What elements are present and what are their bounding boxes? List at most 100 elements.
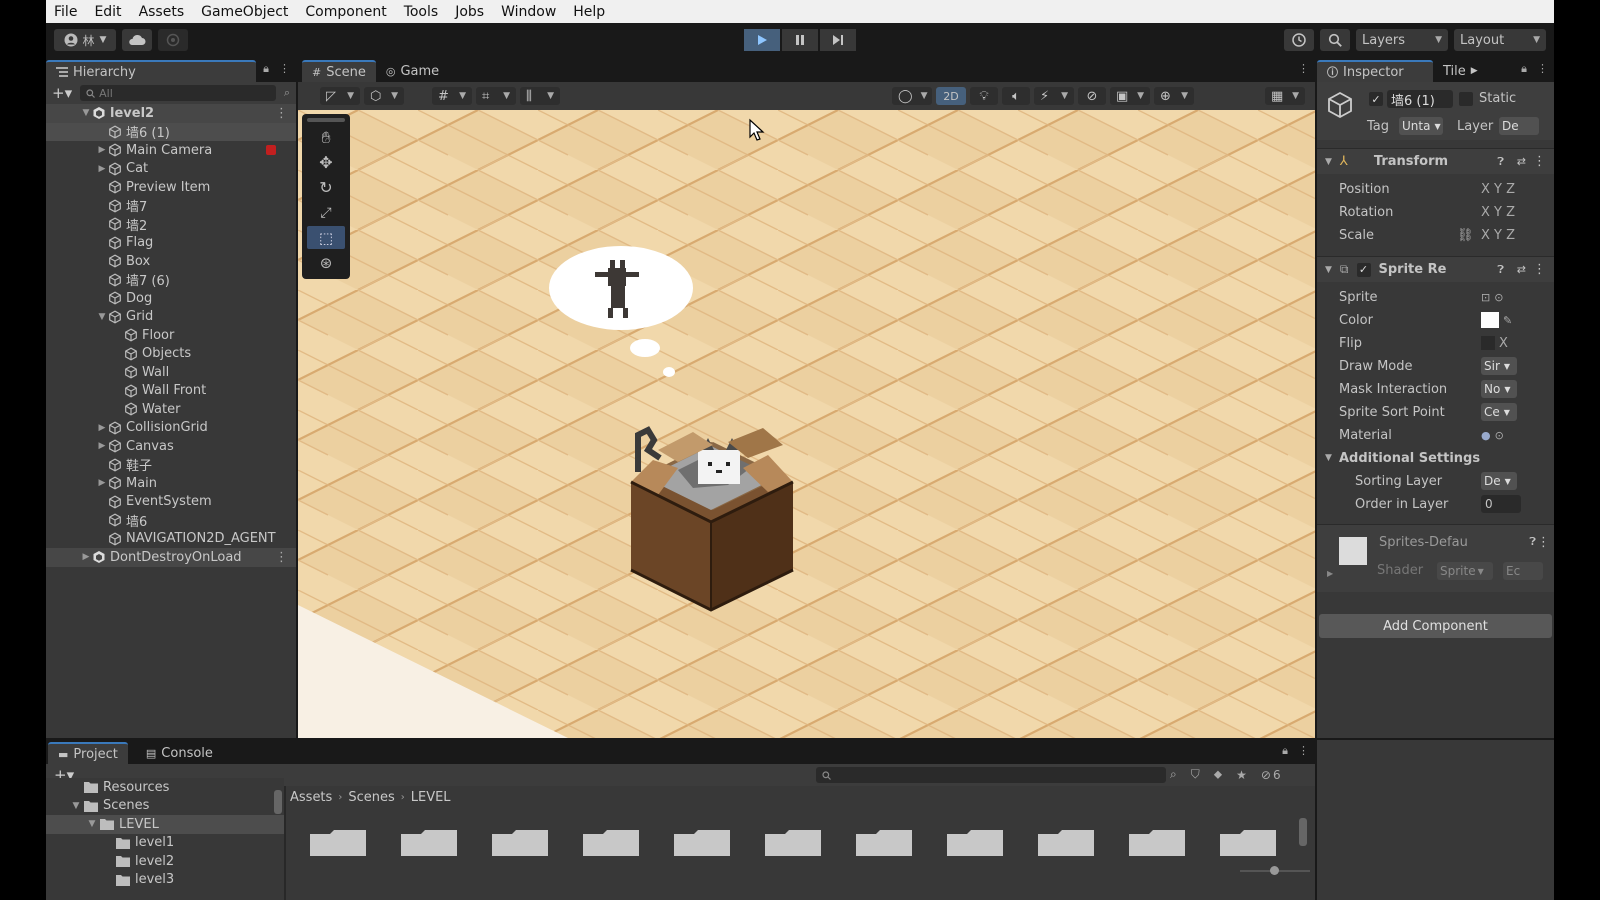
search-by-type-icon[interactable]: ⌕	[1170, 767, 1177, 782]
collab-button[interactable]	[158, 29, 188, 51]
play-button[interactable]	[744, 29, 780, 51]
chevron-right-icon[interactable]: ▶	[80, 552, 92, 562]
menu-jobs[interactable]: Jobs	[455, 4, 484, 20]
move-tool-button[interactable]: ✥	[307, 151, 345, 174]
sprite-field[interactable]: ⊡ ⊙	[1481, 291, 1503, 304]
tab-hierarchy[interactable]: Hierarchy	[46, 60, 256, 82]
menu-window[interactable]: Window	[501, 4, 556, 20]
more-options-icon[interactable]: ⋮	[1533, 262, 1546, 277]
shader-dropdown[interactable]: Sprite ▼	[1437, 562, 1493, 580]
help-icon[interactable]: ❓︎	[1497, 155, 1504, 169]
rect-tool-button[interactable]: ⬚	[307, 226, 345, 249]
menu-gameobject[interactable]: GameObject	[201, 4, 288, 20]
hierarchy-item[interactable]: 墙6	[46, 511, 296, 530]
search-filter-icon[interactable]: ⌕	[284, 86, 290, 100]
menu-component[interactable]: Component	[305, 4, 386, 20]
hierarchy-item[interactable]: ▶ Main	[46, 474, 296, 493]
camera-dropdown[interactable]: ▣ ▼	[1110, 87, 1150, 105]
chevron-right-icon[interactable]: ▶	[96, 441, 108, 451]
breadcrumb-level[interactable]: LEVEL	[411, 790, 451, 805]
zoom-slider-thumb[interactable]	[1270, 866, 1279, 875]
tab-scene[interactable]: # Scene	[302, 60, 376, 82]
hierarchy-item[interactable]: Floor	[46, 326, 296, 345]
folder-tree-item[interactable]: level1	[46, 834, 284, 853]
filter-type-icon[interactable]: ⛉	[1191, 767, 1200, 782]
hierarchy-item[interactable]: ▶ Canvas	[46, 437, 296, 456]
chevron-down-icon[interactable]: ▼	[80, 108, 92, 118]
more-options-icon[interactable]: ⋮	[279, 62, 290, 76]
pause-button[interactable]	[782, 29, 818, 51]
hierarchy-item[interactable]: 墙7	[46, 197, 296, 215]
layout-dropdown[interactable]: Layout ▼	[1454, 29, 1546, 51]
hierarchy-item[interactable]: Dog	[46, 289, 296, 308]
tab-game[interactable]: ◎ Game	[376, 60, 449, 82]
step-button[interactable]	[820, 29, 856, 51]
search-button[interactable]	[1320, 29, 1350, 51]
eyedropper-icon[interactable]: ✎	[1503, 314, 1512, 327]
hierarchy-item[interactable]: Water	[46, 400, 296, 419]
hierarchy-item[interactable]: Objects	[46, 345, 296, 364]
object-picker-icon[interactable]: ⊙	[1495, 429, 1504, 442]
lock-icon[interactable]: 🔒︎	[263, 62, 269, 76]
material-field[interactable]: ● ⊙	[1481, 429, 1504, 442]
constrain-proportions-icon[interactable]: ⛓︎	[1457, 228, 1474, 243]
hierarchy-item[interactable]: Flag	[46, 234, 296, 253]
rotate-tool-button[interactable]: ↻	[307, 176, 345, 199]
menu-file[interactable]: File	[54, 4, 77, 20]
chevron-right-icon[interactable]: ▶	[1327, 569, 1333, 578]
help-icon[interactable]: ❓︎	[1497, 263, 1504, 277]
gizmos-dropdown[interactable]: ⊕ ▼	[1154, 87, 1194, 105]
menu-help[interactable]: Help	[573, 4, 605, 20]
flip-checkbox-box[interactable]	[1481, 336, 1495, 350]
layer-dropdown[interactable]: De	[1499, 117, 1539, 135]
sprite-renderer-enabled-checkbox[interactable]: ✓	[1356, 262, 1371, 277]
more-options-icon[interactable]: ⋮	[1537, 62, 1548, 76]
tab-console[interactable]: ▤ Console	[136, 742, 223, 764]
hierarchy-search-input[interactable]: All	[80, 85, 276, 101]
add-component-button[interactable]: Add Component	[1319, 614, 1552, 638]
lock-icon[interactable]: 🔒︎	[1282, 744, 1288, 758]
menu-tools[interactable]: Tools	[404, 4, 439, 20]
tab-inspector[interactable]: ⓘ Inspector	[1317, 60, 1433, 82]
grid-visibility-dropdown[interactable]: # ▼	[432, 87, 472, 105]
hierarchy-item[interactable]: EventSystem	[46, 493, 296, 512]
assets-scrollbar[interactable]	[1299, 818, 1307, 846]
static-checkbox[interactable]	[1459, 92, 1473, 106]
sprite-sort-point-dropdown[interactable]: Ce ▼	[1481, 403, 1517, 421]
render-mode-dropdown[interactable]: ⬡ ▼	[364, 87, 404, 105]
menu-edit[interactable]: Edit	[94, 4, 121, 20]
hierarchy-item[interactable]: ▶ Main Camera	[46, 141, 296, 160]
chevron-down-icon[interactable]: ▼	[96, 312, 108, 322]
position-xyz[interactable]: X Y Z	[1481, 182, 1515, 197]
object-name-field[interactable]: 墙6 (1)	[1387, 90, 1453, 109]
hierarchy-item[interactable]: ▶ CollisionGrid	[46, 419, 296, 438]
overlay-drag-handle[interactable]	[307, 118, 345, 122]
cloud-button[interactable]	[122, 29, 152, 51]
asset-folder-tile[interactable]	[310, 830, 366, 860]
lock-icon[interactable]: 🔒︎	[1521, 62, 1527, 76]
more-options-icon[interactable]: ⋮	[1537, 535, 1550, 550]
folder-tree-item[interactable]: Resources	[46, 778, 284, 797]
tab-tile[interactable]: Tile ▶	[1433, 60, 1488, 82]
orientation-dropdown[interactable]: ◯ ▼	[892, 87, 932, 105]
preset-icon[interactable]: ⇄	[1517, 263, 1526, 276]
asset-folder-tile[interactable]	[947, 830, 1003, 860]
hidden-objects-toggle[interactable]: ⊘	[1078, 87, 1106, 105]
hierarchy-item[interactable]: Wall	[46, 363, 296, 382]
color-field[interactable]: ✎	[1481, 312, 1512, 328]
tree-scrollbar[interactable]	[274, 790, 282, 814]
hierarchy-item[interactable]: 鞋子	[46, 456, 296, 474]
sorting-layer-dropdown[interactable]: De ▼	[1481, 472, 1517, 490]
increment-snap-dropdown[interactable]: ⫼ ▼	[520, 87, 560, 105]
tag-dropdown[interactable]: Unta ▼	[1399, 117, 1443, 135]
error-marker-icon[interactable]	[266, 145, 276, 156]
additional-settings-row[interactable]: ▼ Additional Settings	[1317, 447, 1554, 469]
chevron-right-icon[interactable]: ▶	[96, 164, 108, 174]
add-object-button[interactable]: +▾	[52, 84, 72, 102]
scene-row-level2[interactable]: ▼ level2 ⋮	[46, 104, 296, 123]
audio-toggle[interactable]: 🔈︎	[1002, 87, 1030, 105]
folder-tree-item[interactable]: level2	[46, 852, 284, 871]
object-picker-icon[interactable]: ⊙	[1494, 291, 1503, 304]
chevron-down-icon[interactable]: ▼	[86, 819, 98, 829]
more-options-icon[interactable]: ⋮	[275, 550, 288, 565]
